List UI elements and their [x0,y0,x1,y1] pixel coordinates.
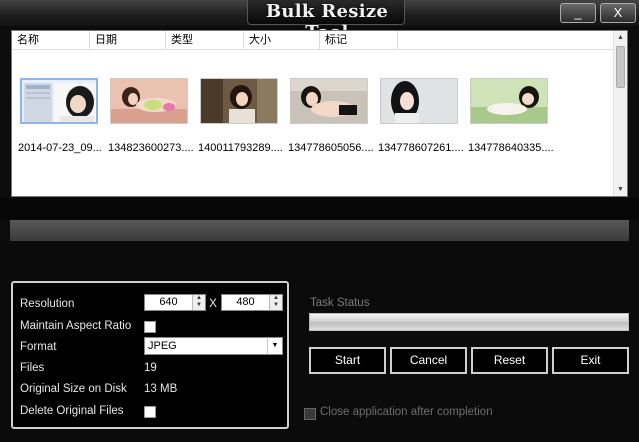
column-header-type[interactable]: 类型 [166,31,244,50]
column-header-tag[interactable]: 标记 [320,31,398,50]
format-value: JPEG [148,340,177,352]
files-label: Files [20,362,45,374]
settings-box: Resolution 640 ▲ ▼ X 480 ▲ ▼ Maintain As… [11,281,289,429]
down-arrow-icon[interactable]: ▼ [270,302,282,309]
scroll-up-icon[interactable]: ▲ [614,31,627,44]
file-list-panel[interactable]: 名称 日期 类型 大小 标记 2014-07-23_09... 13482360… [11,30,628,197]
task-status-label: Task Status [310,297,370,309]
thumbnail-image [20,78,98,124]
width-input[interactable]: 640 [145,295,192,310]
height-input[interactable]: 480 [222,295,269,310]
aspect-ratio-checkbox[interactable] [144,321,156,333]
column-header-date[interactable]: 日期 [90,31,166,50]
up-arrow-icon[interactable]: ▲ [270,295,282,302]
width-spin-arrows[interactable]: ▲ ▼ [192,295,205,310]
list-header: 名称 日期 类型 大小 标记 [12,31,615,50]
column-header-size[interactable]: 大小 [244,31,320,50]
thumbnail-image [110,78,188,124]
column-header-name[interactable]: 名称 [12,31,90,50]
progress-bar [309,313,629,331]
exit-button[interactable]: Exit [552,347,629,374]
format-label: Format [20,341,57,353]
close-after-completion-label: Close application after completion [320,406,493,418]
resolution-separator: X [209,296,218,310]
delete-originals-checkbox[interactable] [144,406,156,418]
size-on-disk-value: 13 MB [144,383,178,395]
down-arrow-icon[interactable]: ▼ [193,302,205,309]
file-name: 134823600273.... [108,142,194,154]
file-name: 134778605056.... [288,142,374,154]
scrollbar-thumb[interactable] [616,46,625,88]
file-name: 140011793289.... [198,142,283,154]
file-name: 134778640335.... [468,142,554,154]
close-button[interactable]: X [600,3,636,23]
title-bar: Bulk Resize Tool _ X [0,0,639,43]
thumbnail-image [200,78,278,124]
cancel-button[interactable]: Cancel [390,347,467,374]
thumbnail-image [290,78,368,124]
vertical-scrollbar[interactable]: ▲ ▼ [613,31,627,196]
width-stepper[interactable]: 640 ▲ ▼ [144,294,206,311]
aspect-ratio-label: Maintain Aspect Ratio [20,320,132,332]
thumbnail-image [470,78,548,124]
file-name: 2014-07-23_09... [18,142,102,154]
thumbnail-image [380,78,458,124]
minimize-button[interactable]: _ [560,3,596,23]
format-select[interactable]: JPEG ▼ [144,337,283,355]
up-arrow-icon[interactable]: ▲ [193,295,205,302]
height-stepper[interactable]: 480 ▲ ▼ [221,294,283,311]
reset-button[interactable]: Reset [471,347,548,374]
files-count: 19 [144,362,157,374]
file-name: 134778607261.... [378,142,464,154]
scroll-down-icon[interactable]: ▼ [614,183,627,196]
size-on-disk-label: Original Size on Disk [20,383,127,395]
separator-band [10,220,629,241]
chevron-down-icon[interactable]: ▼ [267,338,282,354]
height-spin-arrows[interactable]: ▲ ▼ [269,295,282,310]
close-after-completion-checkbox[interactable] [304,408,316,420]
start-button[interactable]: Start [309,347,386,374]
delete-originals-label: Delete Original Files [20,405,124,417]
separator-dark [0,198,639,220]
title-plate: Bulk Resize Tool [247,0,405,43]
resolution-label: Resolution [20,298,75,310]
